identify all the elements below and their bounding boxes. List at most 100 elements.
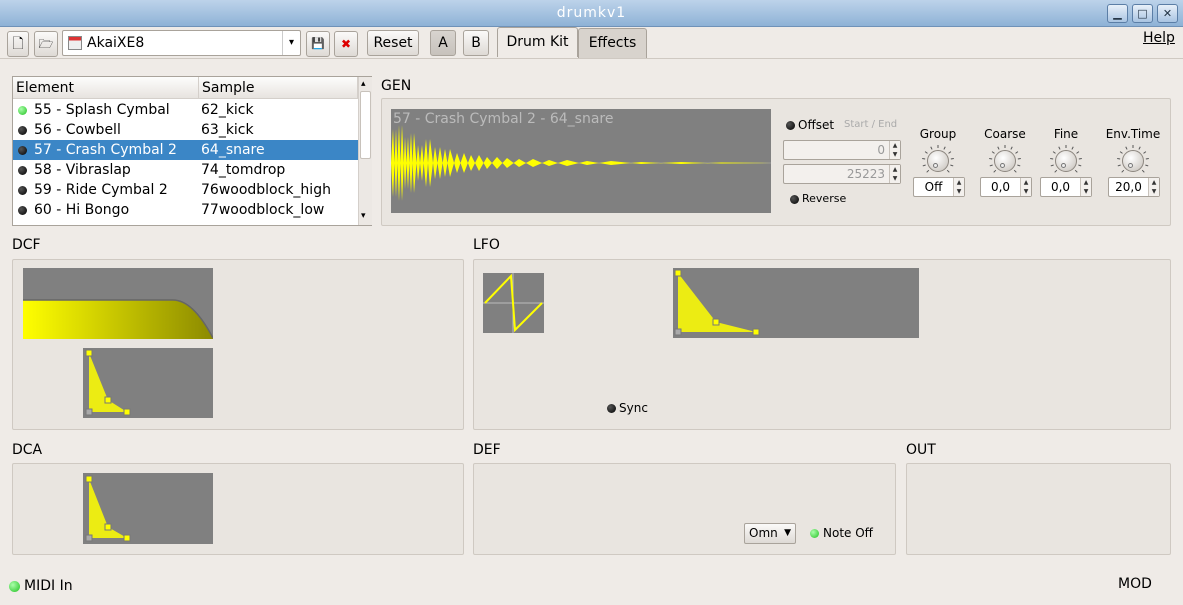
row-led <box>18 146 27 155</box>
row-sample: 62_kick <box>201 102 254 118</box>
dca-panel <box>12 463 464 555</box>
open-preset-button[interactable]: 🗁 <box>34 31 58 57</box>
offset-led[interactable] <box>786 121 795 130</box>
row-sample: 63_kick <box>201 122 254 138</box>
scroll-down-icon[interactable]: ▾ <box>361 211 366 221</box>
row-element: 56 - Cowbell <box>34 122 121 138</box>
reverse-label: Reverse <box>802 192 847 205</box>
start-spinbox[interactable]: 0 ▲ ▼ <box>783 140 901 160</box>
dca-envelope-graph[interactable] <box>83 473 213 544</box>
b-button[interactable]: B <box>463 30 489 56</box>
start-end-label: Start / End <box>844 119 898 130</box>
channel-value: Omn <box>749 526 778 540</box>
group-spinbox[interactable]: Off ▲ ▼ <box>913 177 965 197</box>
coarse-spinbox[interactable]: 0,0 ▲ ▼ <box>980 177 1032 197</box>
list-item[interactable]: 60 - Hi Bongo 77woodblock_low <box>13 200 358 220</box>
list-item-selected[interactable]: 57 - Crash Cymbal 2 64_snare <box>13 140 358 160</box>
list-item[interactable]: 59 - Ride Cymbal 2 76woodblock_high <box>13 180 358 200</box>
preset-name: AkaiXE8 <box>87 35 145 51</box>
tab-effects[interactable]: Effects <box>578 28 647 58</box>
channel-combo[interactable]: Omn ▼ <box>744 523 796 544</box>
maximize-button[interactable]: □ <box>1132 4 1153 23</box>
sync-label: Sync <box>619 401 648 415</box>
scroll-up-icon[interactable]: ▴ <box>361 79 366 89</box>
header-element[interactable]: Element <box>13 77 199 99</box>
env-time-label: Env.Time <box>1105 127 1161 141</box>
row-element: 58 - Vibraslap <box>34 162 131 178</box>
sample-waveform[interactable]: 57 - Crash Cymbal 2 - 64_snare <box>391 109 771 213</box>
filter-response-graph[interactable] <box>23 268 213 339</box>
help-menu[interactable]: Help <box>1143 30 1175 46</box>
dcf-envelope-graph[interactable] <box>83 348 213 418</box>
a-button[interactable]: A <box>430 30 456 56</box>
dca-title: DCA <box>12 442 43 458</box>
note-off-led[interactable] <box>810 529 819 538</box>
save-icon: 💾 <box>311 37 325 50</box>
row-element: 60 - Hi Bongo <box>34 202 130 218</box>
scroll-thumb[interactable] <box>360 91 371 159</box>
row-element: 59 - Ride Cymbal 2 <box>34 182 168 198</box>
reverse-led[interactable] <box>790 195 799 204</box>
note-off-label: Note Off <box>823 526 873 540</box>
coarse-knob[interactable] <box>988 144 1022 178</box>
dcf-title: DCF <box>12 237 41 253</box>
out-title: OUT <box>906 442 936 458</box>
row-sample: 76woodblock_high <box>201 182 331 198</box>
list-item[interactable]: 55 - Splash Cymbal 62_kick <box>13 100 358 120</box>
tab-drum-kit[interactable]: Drum Kit <box>497 27 578 57</box>
lfo-shape-graph[interactable] <box>483 273 544 333</box>
close-button[interactable]: ✕ <box>1157 4 1178 23</box>
fine-spinbox[interactable]: 0,0 ▲ ▼ <box>1040 177 1092 197</box>
lfo-envelope-graph[interactable] <box>673 268 919 338</box>
gen-title: GEN <box>381 78 412 94</box>
sync-led[interactable] <box>607 404 616 413</box>
offset-label: Offset <box>798 118 835 132</box>
env-time-spinbox[interactable]: 20,0 ▲ ▼ <box>1108 177 1160 197</box>
group-knob[interactable] <box>921 144 955 178</box>
minimize-button[interactable]: ▁ <box>1107 4 1128 23</box>
fine-knob[interactable] <box>1049 144 1083 178</box>
row-sample: 77woodblock_low <box>201 202 325 218</box>
delete-preset-button[interactable]: ✖ <box>334 31 358 57</box>
header-sample[interactable]: Sample <box>199 77 358 99</box>
save-preset-button[interactable]: 💾 <box>306 31 330 57</box>
row-sample: 64_snare <box>201 142 265 158</box>
new-file-icon: 🗋 <box>12 36 24 52</box>
window-title: drumkv1 <box>556 5 627 21</box>
list-item[interactable]: 58 - Vibraslap 74_tomdrop <box>13 160 358 180</box>
lfo-title: LFO <box>473 237 500 253</box>
row-led <box>18 106 27 115</box>
row-element: 55 - Splash Cymbal <box>34 102 170 118</box>
end-spinbox[interactable]: 25223 ▲ ▼ <box>783 164 901 184</box>
chevron-down-icon: ▼ <box>784 528 791 538</box>
list-scrollbar[interactable]: ▴ ▾ <box>358 77 372 225</box>
fine-label: Fine <box>1053 127 1079 141</box>
delete-icon: ✖ <box>340 37 352 51</box>
row-element: 57 - Crash Cymbal 2 <box>34 142 177 158</box>
chevron-down-icon[interactable]: ▾ <box>282 31 300 55</box>
row-led <box>18 186 27 195</box>
reset-button[interactable]: Reset <box>367 30 419 56</box>
element-list[interactable]: Element Sample ▴ ▾ 55 - Splash Cymbal 62_… <box>12 76 372 226</box>
row-sample: 74_tomdrop <box>201 162 286 178</box>
midi-in-led <box>9 581 20 592</box>
new-preset-button[interactable]: 🗋 <box>7 31 29 57</box>
sample-label: 57 - Crash Cymbal 2 - 64_snare <box>393 111 614 127</box>
row-led <box>18 166 27 175</box>
def-title: DEF <box>473 442 501 458</box>
mod-label: MOD <box>1118 576 1152 592</box>
out-panel <box>906 463 1171 555</box>
row-led <box>18 206 27 215</box>
folder-icon: 🗁 <box>38 37 54 51</box>
preset-icon <box>68 36 82 50</box>
def-panel <box>473 463 896 555</box>
midi-in-label: MIDI In <box>24 578 73 594</box>
coarse-label: Coarse <box>984 127 1026 141</box>
preset-combo[interactable]: AkaiXE8 ▾ <box>62 30 301 56</box>
list-item[interactable]: 56 - Cowbell 63_kick <box>13 120 358 140</box>
row-led <box>18 126 27 135</box>
group-label: Group <box>919 127 957 141</box>
env-time-knob[interactable] <box>1116 144 1150 178</box>
tab-divider <box>0 58 1183 59</box>
title-bar[interactable]: drumkv1 ▁ □ ✕ <box>0 0 1183 27</box>
